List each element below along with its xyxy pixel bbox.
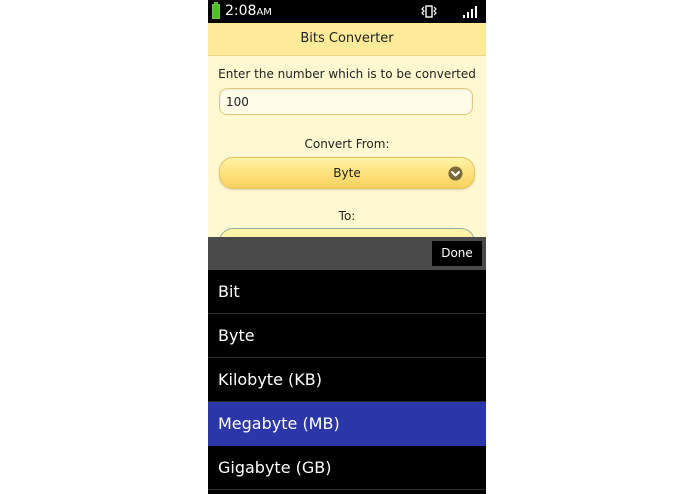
- signal-icon: [463, 6, 477, 18]
- number-input[interactable]: [219, 88, 473, 115]
- chevron-down-icon: [448, 166, 463, 181]
- converter-form: Enter the number which is to be converte…: [208, 56, 486, 248]
- status-bar: 2:08AM: [208, 0, 486, 23]
- clock-ampm: AM: [256, 7, 272, 18]
- convert-from-value: Byte: [333, 166, 361, 180]
- done-button[interactable]: Done: [432, 241, 482, 266]
- app-title: Bits Converter: [208, 23, 486, 56]
- convert-from-label: Convert From:: [304, 137, 390, 151]
- phone-screen: 2:08AM Bits Converter Enter the number w…: [208, 0, 486, 494]
- number-prompt-label: Enter the number which is to be converte…: [218, 67, 476, 81]
- picker-toolbar: Done: [208, 237, 486, 270]
- unit-picker-list: Bit Byte Kilobyte (KB) Megabyte (MB) Gig…: [208, 270, 486, 494]
- clock-time: 2:08: [225, 3, 257, 19]
- convert-to-label: To:: [338, 209, 356, 223]
- picker-option-megabyte[interactable]: Megabyte (MB): [208, 402, 486, 446]
- picker-option-gigabyte[interactable]: Gigabyte (GB): [208, 446, 486, 490]
- picker-option-kilobyte[interactable]: Kilobyte (KB): [208, 358, 486, 402]
- picker-option-byte[interactable]: Byte: [208, 314, 486, 358]
- status-clock: 2:08AM: [225, 3, 272, 21]
- picker-option-bit[interactable]: Bit: [208, 270, 486, 314]
- vibrate-icon: [421, 5, 437, 18]
- convert-from-select[interactable]: Byte: [219, 157, 475, 189]
- battery-icon: [212, 2, 220, 19]
